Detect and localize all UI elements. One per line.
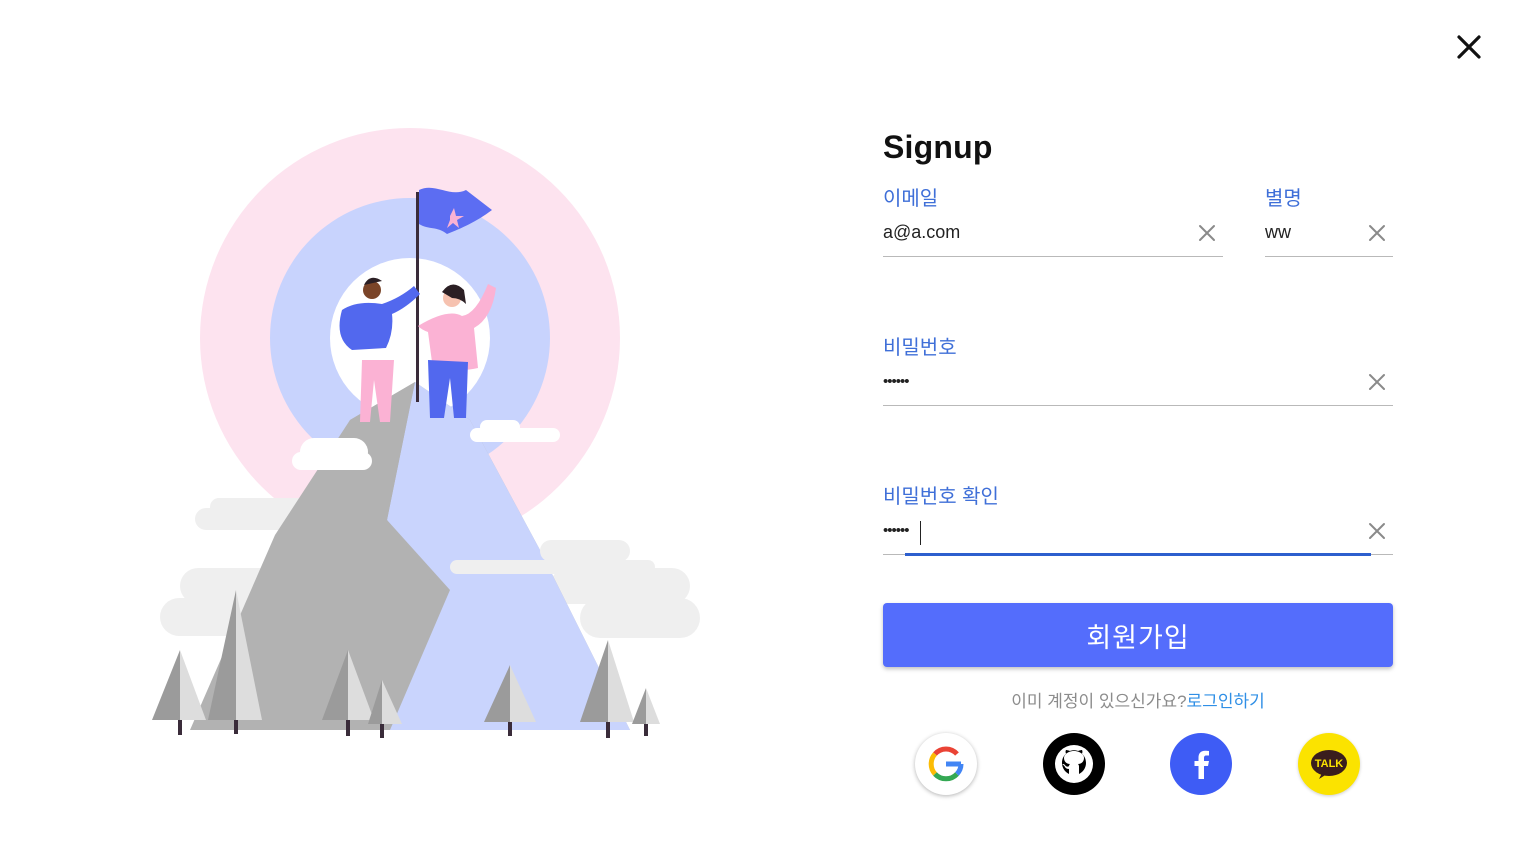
login-prompt-text: 이미 계정이 있으신가요? bbox=[1011, 692, 1187, 711]
kakaotalk-icon: TALK bbox=[1311, 750, 1347, 779]
nickname-input[interactable] bbox=[1265, 222, 1355, 243]
password-input[interactable] bbox=[883, 373, 1317, 390]
nickname-label: 별명 bbox=[1265, 188, 1302, 210]
password-confirm-label: 비밀번호 확인 bbox=[883, 486, 999, 508]
email-field-group: 이메일 bbox=[883, 187, 1223, 257]
password-confirm-field-group: 비밀번호 확인 bbox=[883, 485, 1393, 556]
facebook-icon bbox=[1194, 750, 1209, 779]
close-button[interactable] bbox=[1452, 30, 1486, 64]
hero-illustration bbox=[150, 120, 710, 750]
email-label: 이메일 bbox=[883, 188, 939, 210]
github-icon bbox=[1055, 745, 1093, 783]
signup-button[interactable]: 회원가입 bbox=[883, 603, 1393, 667]
email-underline bbox=[883, 211, 1223, 257]
google-login-button[interactable] bbox=[915, 733, 977, 795]
password-field-group: 비밀번호 bbox=[883, 336, 1393, 406]
clear-password-icon[interactable] bbox=[1367, 372, 1387, 392]
password-confirm-input[interactable] bbox=[883, 522, 1317, 539]
focus-indicator bbox=[905, 553, 1371, 556]
page-title: Signup bbox=[883, 129, 993, 165]
login-hint: 이미 계정이 있으신가요?로그인하기 bbox=[883, 687, 1393, 712]
clear-password-confirm-icon[interactable] bbox=[1367, 521, 1387, 541]
password-confirm-underline bbox=[883, 509, 1393, 556]
google-icon bbox=[928, 746, 964, 782]
clear-nickname-icon[interactable] bbox=[1367, 223, 1387, 243]
nickname-field-group: 별명 bbox=[1265, 187, 1393, 257]
kakao-login-button[interactable]: TALK bbox=[1298, 733, 1360, 795]
password-label: 비밀번호 bbox=[883, 337, 957, 359]
password-underline bbox=[883, 360, 1393, 406]
close-icon bbox=[1457, 35, 1481, 59]
github-login-button[interactable] bbox=[1043, 733, 1105, 795]
clear-email-icon[interactable] bbox=[1197, 223, 1217, 243]
kakao-talk-text: TALK bbox=[1315, 758, 1344, 770]
nickname-underline bbox=[1265, 211, 1393, 257]
email-input[interactable] bbox=[883, 222, 1172, 243]
text-caret bbox=[920, 521, 921, 545]
login-link[interactable]: 로그인하기 bbox=[1187, 692, 1265, 711]
facebook-login-button[interactable] bbox=[1170, 733, 1232, 795]
